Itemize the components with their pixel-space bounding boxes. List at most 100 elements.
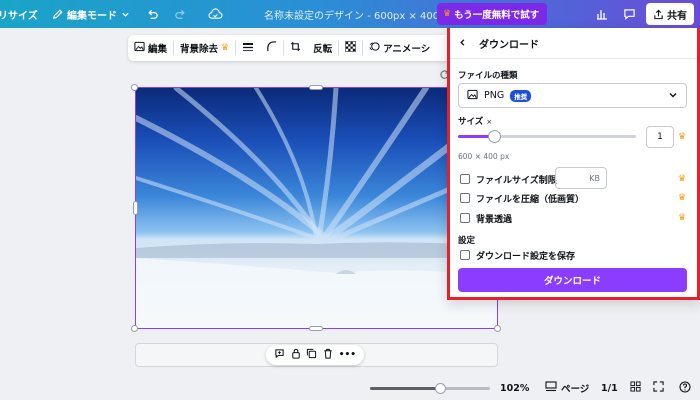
pencil-icon <box>52 9 63 20</box>
floating-element-toolbar: ••• <box>266 345 364 365</box>
edit-mode-button[interactable]: 編集モード <box>52 0 130 28</box>
document-title[interactable]: 名称未設定のデザイン - 600px × 400px <box>264 0 451 28</box>
settings-label: 設定 <box>458 236 476 246</box>
size-label-text: サイズ <box>458 117 484 127</box>
crop-icon <box>290 41 301 55</box>
edit-image-button[interactable]: 編集 <box>128 35 173 61</box>
panel-title: ダウンロード <box>479 40 539 51</box>
panel-divider <box>450 58 697 59</box>
back-chevron-icon[interactable] <box>458 38 467 50</box>
option-label: ファイルサイズ制限 <box>476 175 557 186</box>
comment-button[interactable] <box>617 3 641 25</box>
download-panel: ダウンロード ファイルの種類 PNG 推奨 サイズ × 1 ♛ 600 × 40… <box>447 28 700 300</box>
resize-handle-top[interactable] <box>309 85 323 90</box>
image-icon <box>134 41 145 55</box>
kb-unit: KB <box>589 173 600 183</box>
pages-icon <box>545 381 557 395</box>
fullscreen-button[interactable] <box>653 380 664 396</box>
bar-chart-icon <box>596 8 608 20</box>
animate-icon <box>369 41 380 55</box>
zoom-slider-fill <box>370 387 440 390</box>
redo-icon <box>174 8 187 21</box>
share-button[interactable]: 共有 <box>646 3 694 25</box>
canvas-toolbar: 編集 背景除去 ♛ 反転 アニメーシ <box>128 35 458 61</box>
file-type-select[interactable]: PNG 推奨 <box>458 83 687 108</box>
option-transparent-background[interactable]: 背景透過 <box>460 210 512 226</box>
help-button[interactable] <box>679 380 691 396</box>
top-bar: リサイズ 編集モード 名称未設定のデザイン - 600px × 400px ♛ … <box>0 0 700 28</box>
duplicate-icon[interactable] <box>306 348 317 362</box>
resize-handle-left[interactable] <box>133 201 138 215</box>
animate-label: アニメーシ <box>383 44 431 55</box>
file-type-label: ファイルの種類 <box>458 71 518 81</box>
size-input[interactable]: 1 <box>646 126 674 148</box>
crown-icon: ♛ <box>678 132 687 142</box>
pages-label: ページ <box>561 384 590 395</box>
checkbox[interactable] <box>460 193 470 203</box>
file-size-limit-input[interactable]: KB <box>555 167 607 189</box>
lock-icon[interactable] <box>291 348 301 362</box>
resize-handle-bottom-right[interactable] <box>494 325 501 332</box>
comment-icon <box>623 8 636 20</box>
cloud-save-status[interactable] <box>208 0 223 28</box>
checkbox[interactable] <box>460 174 470 184</box>
pages-button[interactable]: ページ <box>545 380 589 396</box>
zoom-percentage[interactable]: 102% <box>500 380 529 396</box>
animate-button[interactable]: アニメーシ <box>363 35 436 61</box>
crown-icon: ♛ <box>678 193 687 203</box>
corner-rounding-button[interactable] <box>260 35 283 61</box>
flip-label: 反転 <box>313 44 333 55</box>
resize-handle-top-left[interactable] <box>131 84 138 91</box>
snowfield-sky-photo <box>136 88 497 328</box>
try-free-label: もう一度無料で試す <box>454 10 540 21</box>
recommended-badge: 推奨 <box>510 89 532 102</box>
design-image[interactable] <box>135 87 498 329</box>
insights-button[interactable] <box>590 3 614 25</box>
zoom-slider[interactable] <box>370 383 490 394</box>
share-label: 共有 <box>667 10 687 22</box>
size-slider[interactable] <box>458 130 636 143</box>
chevron-down-icon <box>121 10 130 19</box>
undo-icon <box>146 8 159 21</box>
checkerboard-icon <box>345 41 356 55</box>
trash-icon[interactable] <box>323 348 333 362</box>
option-save-download-settings[interactable]: ダウンロード設定を保存 <box>460 247 575 263</box>
comment-add-icon[interactable] <box>274 348 285 362</box>
transparency-button[interactable] <box>339 35 362 61</box>
option-label: 背景透過 <box>476 214 513 225</box>
download-button[interactable]: ダウンロード <box>458 268 687 292</box>
edit-mode-label: 編集モード <box>67 10 117 22</box>
dimensions-text: 600 × 400 px <box>458 152 510 161</box>
checkbox[interactable] <box>460 250 470 260</box>
expand-icon <box>653 381 664 395</box>
redo-button[interactable] <box>174 0 187 28</box>
page-count: 1/1 <box>601 382 618 394</box>
checkbox[interactable] <box>460 213 470 223</box>
grid-view-button[interactable] <box>630 380 641 396</box>
background-remove-button[interactable]: 背景除去 ♛ <box>174 35 235 61</box>
option-label: ファイルを圧縮（低画質） <box>476 194 585 205</box>
resize-handle-bottom-left[interactable] <box>131 325 138 332</box>
edit-label: 編集 <box>148 44 168 55</box>
size-slider-handle[interactable] <box>487 130 501 143</box>
option-compress-file[interactable]: ファイルを圧縮（低画質） <box>460 190 584 206</box>
flip-button[interactable]: 反転 <box>307 35 338 61</box>
chevron-down-icon <box>668 90 678 103</box>
resize-label: リサイズ <box>0 10 38 22</box>
resize-handle-bottom[interactable] <box>309 326 323 331</box>
option-label: ダウンロード設定を保存 <box>476 251 576 262</box>
crown-icon: ♛ <box>443 9 452 19</box>
border-style-button[interactable] <box>236 35 260 61</box>
zoom-slider-handle[interactable] <box>434 383 446 394</box>
help-icon <box>679 380 691 396</box>
try-free-button[interactable]: ♛ もう一度無料で試す <box>437 3 548 25</box>
crown-icon: ♛ <box>678 174 687 184</box>
resize-button[interactable]: リサイズ <box>0 0 38 28</box>
crop-button[interactable] <box>284 35 307 61</box>
size-multiplier-mark: × <box>486 118 493 126</box>
more-options-button[interactable]: ••• <box>339 350 356 360</box>
undo-button[interactable] <box>146 0 159 28</box>
file-type-value: PNG <box>484 90 505 101</box>
option-file-size-limit[interactable]: ファイルサイズ制限 <box>460 171 557 187</box>
share-upload-icon <box>653 9 664 20</box>
